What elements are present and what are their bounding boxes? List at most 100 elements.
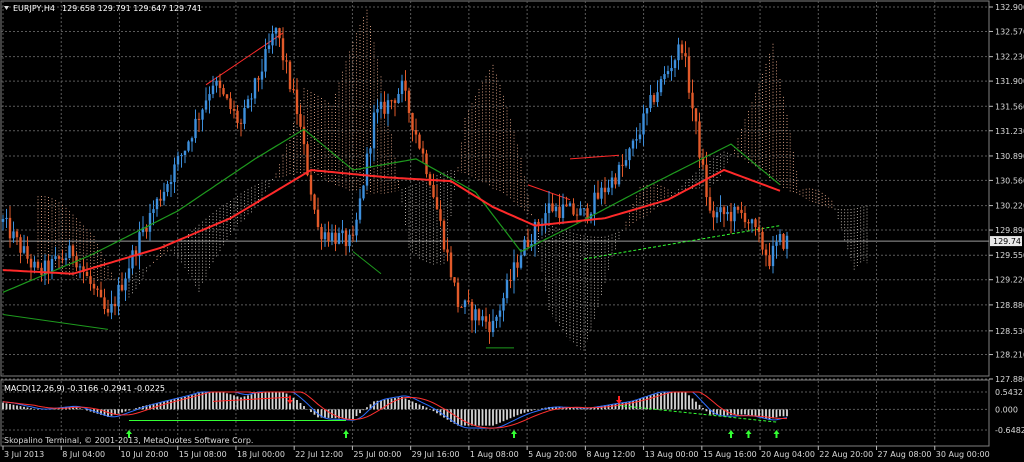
bear-candle [652, 95, 656, 103]
bull-candle [110, 303, 113, 313]
bear-candle [390, 100, 393, 102]
bear-candle [327, 232, 330, 241]
bull-candle [673, 60, 677, 69]
bear-candle [460, 306, 463, 308]
bull-candle [642, 113, 645, 135]
time-label: 10 Jul 20:00 [120, 450, 168, 459]
bear-candle [313, 194, 316, 210]
bear-candle [281, 38, 285, 61]
time-label: 13 Aug 00:00 [645, 450, 699, 459]
chart-canvas[interactable]: 132.900 132.570 132.230 131.900 131.560 131.2… [0, 0, 1024, 462]
bull-candle [330, 232, 334, 241]
bear-candle [698, 121, 701, 158]
bear-candle [754, 219, 757, 228]
bull-candle [397, 94, 400, 103]
bull-candle [250, 98, 253, 100]
price-tick-label: 129.890 [995, 226, 1024, 235]
bear-candle [596, 192, 600, 199]
bear-candle [120, 284, 124, 291]
bear-candle [526, 239, 530, 248]
bull-candle [778, 234, 782, 243]
bear-candle [764, 249, 768, 256]
bull-candle [638, 134, 642, 140]
price-tick-label: 131.900 [995, 77, 1024, 86]
bull-candle [656, 92, 659, 103]
bull-candle [505, 280, 509, 299]
bear-candle [687, 56, 691, 93]
bull-candle [183, 150, 187, 155]
bull-candle [624, 160, 628, 166]
bear-candle [712, 210, 715, 218]
bull-candle [173, 164, 176, 183]
bull-candle [78, 266, 82, 268]
bear-candle [421, 148, 425, 154]
collapse-arrow-icon[interactable] [4, 6, 9, 10]
price-tick-label: 132.900 [995, 3, 1024, 12]
bull-candle [593, 192, 596, 214]
bear-candle [404, 80, 407, 91]
bear-candle [768, 255, 771, 267]
bear-candle [449, 252, 453, 278]
time-label: 25 Jul 00:00 [353, 450, 401, 459]
bear-candle [621, 164, 624, 166]
bull-candle [358, 198, 362, 220]
bull-candle [631, 140, 635, 149]
arrow-up-icon [511, 430, 517, 438]
bull-candle [117, 284, 120, 307]
bear-candle [295, 89, 299, 115]
bull-candle [246, 99, 250, 108]
bear-candle [680, 44, 684, 54]
main-chart-frame [0, 0, 990, 377]
bull-candle [33, 261, 36, 268]
bull-candle [211, 85, 215, 95]
bear-candle [71, 245, 75, 257]
bull-candle [670, 68, 673, 72]
bull-candle [1, 219, 5, 222]
trend-line [2, 314, 109, 330]
bull-candle [355, 219, 358, 236]
bear-candle [761, 231, 764, 250]
trend-line [583, 225, 781, 260]
bull-candle [771, 245, 775, 267]
bear-candle [572, 203, 575, 215]
bear-candle [558, 206, 561, 218]
bear-candle [484, 316, 488, 322]
bear-candle [239, 122, 243, 124]
bull-candle [208, 94, 211, 101]
bull-candle [554, 206, 558, 212]
bear-candle [456, 282, 460, 307]
bear-candle [747, 222, 750, 224]
bear-candle [565, 204, 568, 207]
bull-candle [617, 164, 621, 185]
bull-candle [561, 204, 565, 218]
time-label: 1 Aug 08:00 [470, 450, 519, 459]
bear-candle [113, 303, 117, 307]
bull-candle [5, 217, 8, 220]
bull-candle [659, 79, 663, 93]
price-tick-label: 131.560 [995, 102, 1024, 111]
bull-candle [267, 45, 271, 50]
price-tick-label: 132.230 [995, 53, 1024, 62]
bear-candle [603, 187, 607, 193]
price-tick-label: 128.530 [995, 327, 1024, 336]
bull-candle [215, 80, 218, 86]
current-price-label: 129.741 [993, 237, 1024, 246]
bull-candle [50, 258, 54, 273]
bull-candle [733, 206, 736, 222]
bull-candle [348, 234, 351, 247]
bull-candle [785, 235, 789, 249]
bull-candle [481, 316, 484, 321]
bear-candle [477, 309, 481, 321]
time-label: 15 Aug 16:00 [703, 450, 757, 459]
chart-window[interactable]: 132.900 132.570 132.230 131.900 131.560 131.2… [0, 0, 1024, 462]
bear-candle [99, 289, 103, 298]
time-label: 22 Jul 12:00 [295, 450, 343, 459]
bear-candle [488, 321, 491, 333]
bear-candle [442, 220, 446, 250]
macd-main-line [2, 391, 788, 429]
arrow-up-icon [745, 430, 752, 438]
bear-candle [393, 100, 397, 103]
bear-candle [61, 258, 64, 261]
time-label: 30 Aug 00:00 [936, 450, 990, 459]
bull-candle [568, 203, 572, 207]
